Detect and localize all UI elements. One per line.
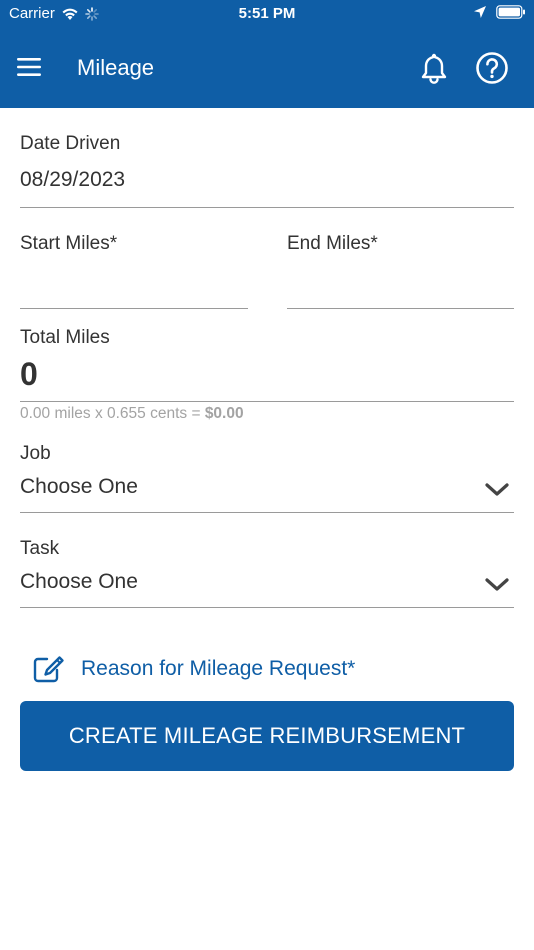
date-driven-field[interactable]: 08/29/2023 — [20, 168, 125, 192]
chevron-down-icon[interactable] — [484, 576, 510, 594]
edit-icon — [33, 656, 64, 683]
start-miles-underline — [20, 308, 248, 309]
battery-icon — [496, 5, 525, 19]
mileage-screen: Carrier 5:51 PM Mileage Date Driven 08/2… — [0, 0, 534, 950]
job-select[interactable]: Choose One — [20, 475, 138, 499]
date-driven-underline — [20, 207, 514, 208]
reason-label: Reason for Mileage Request* — [81, 657, 356, 680]
help-icon[interactable] — [475, 51, 509, 85]
calc-total: $0.00 — [204, 405, 244, 422]
reason-for-mileage-link[interactable]: Reason for Mileage Request* — [33, 655, 355, 683]
page-title: Mileage — [77, 55, 155, 80]
date-driven-label: Date Driven — [20, 133, 121, 154]
hamburger-menu-icon[interactable] — [17, 57, 41, 77]
total-miles-underline — [20, 401, 514, 402]
total-miles-value: 0 — [20, 356, 38, 392]
create-mileage-reimbursement-button[interactable]: CREATE MILEAGE REIMBURSEMENT — [20, 701, 514, 771]
status-time: 5:51 PM — [238, 5, 296, 22]
chevron-down-icon[interactable] — [484, 481, 510, 499]
reimbursement-calculation: 0.00 miles x 0.655 cents = $0.00 — [20, 405, 244, 423]
task-underline — [20, 607, 514, 608]
end-miles-input[interactable] — [287, 268, 514, 304]
end-miles-label: End Miles* — [287, 233, 378, 254]
location-arrow-icon — [474, 6, 486, 18]
status-bar: Carrier 5:51 PM — [0, 0, 534, 28]
start-miles-input[interactable] — [20, 268, 248, 304]
calc-formula: 0.00 miles x 0.655 cents = — [20, 405, 205, 422]
end-miles-underline — [287, 308, 514, 309]
task-label: Task — [20, 538, 60, 559]
task-select[interactable]: Choose One — [20, 570, 138, 594]
status-right — [473, 5, 526, 19]
bell-icon[interactable] — [418, 52, 450, 84]
job-underline — [20, 512, 514, 513]
start-miles-label: Start Miles* — [20, 233, 118, 254]
job-label: Job — [20, 443, 51, 464]
total-miles-label: Total Miles — [20, 327, 110, 348]
app-header: Carrier 5:51 PM Mileage — [0, 0, 534, 108]
